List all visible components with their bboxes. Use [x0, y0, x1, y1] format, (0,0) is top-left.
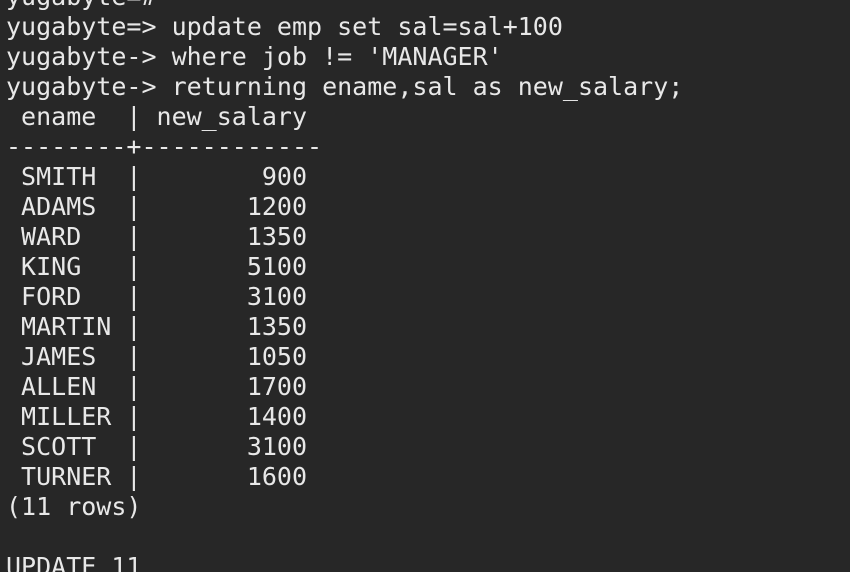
table-row: JAMES | 1050: [6, 342, 308, 371]
table-row: SMITH | 900: [6, 162, 308, 191]
partial-top-line: yugabyte=#: [6, 0, 683, 12]
prompt: yugabyte->: [6, 72, 157, 101]
row-count: (11 rows): [6, 492, 142, 521]
table-separator: --------+------------: [6, 132, 323, 161]
command-text: update emp set sal=sal+100: [156, 12, 563, 41]
command-text: where job != 'MANAGER': [156, 42, 503, 71]
table-row: MILLER | 1400: [6, 402, 308, 431]
prompt: yugabyte->: [6, 42, 157, 71]
command-result: UPDATE 11: [6, 552, 142, 572]
command-text: returning ename,sal as new_salary;: [156, 72, 684, 101]
table-header: ename | new_salary: [6, 102, 323, 131]
command-line-3: yugabyte-> returning ename,sal as new_sa…: [6, 72, 683, 102]
command-line-1: yugabyte=> update emp set sal=sal+100: [6, 12, 683, 42]
table-row: KING | 5100: [6, 252, 308, 281]
table-row: ADAMS | 1200: [6, 192, 308, 221]
table-row: WARD | 1350: [6, 222, 308, 251]
table-row: FORD | 3100: [6, 282, 308, 311]
table-row: TURNER | 1600: [6, 462, 308, 491]
terminal-window[interactable]: yugabyte=# yugabyte=> update emp set sal…: [0, 0, 850, 572]
terminal-output: yugabyte=# yugabyte=> update emp set sal…: [6, 0, 683, 572]
table-row: ALLEN | 1700: [6, 372, 308, 401]
table-row: SCOTT | 3100: [6, 432, 308, 461]
command-line-2: yugabyte-> where job != 'MANAGER': [6, 42, 683, 72]
table-row: MARTIN | 1350: [6, 312, 308, 341]
prompt: yugabyte=>: [6, 12, 157, 41]
